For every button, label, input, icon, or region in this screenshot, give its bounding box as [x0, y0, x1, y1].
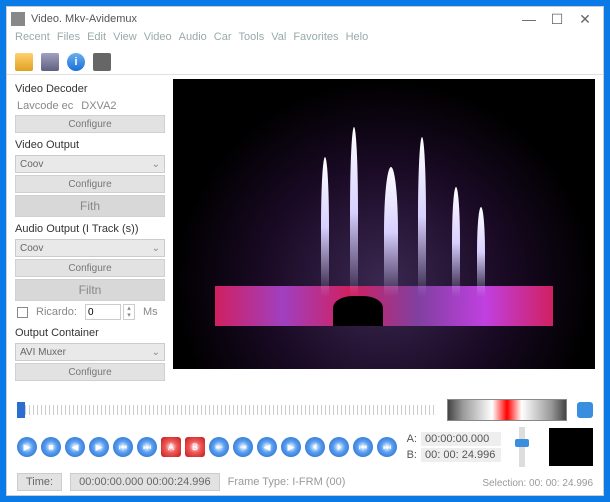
menu-car[interactable]: Car	[214, 31, 232, 49]
calculator-icon[interactable]	[93, 53, 111, 71]
menu-video[interactable]: Video	[144, 31, 172, 49]
audio-configure-button[interactable]: Configure	[15, 259, 165, 277]
menubar: Recent Files Edit View Video Audio Car T…	[7, 31, 603, 49]
menu-view[interactable]: View	[113, 31, 137, 49]
shift-input[interactable]	[85, 304, 121, 320]
b-value: 00: 00: 24.996	[421, 448, 501, 462]
next-frame-button[interactable]: ▶	[89, 437, 109, 457]
ricardo-checkbox[interactable]	[17, 307, 28, 318]
timeline-track[interactable]	[17, 405, 437, 415]
content-area: Video Decoder Lavcode ec DXVA2 Configure…	[7, 75, 603, 395]
next-keyframe-button[interactable]: ⏭	[137, 437, 157, 457]
play-button[interactable]: ▶	[17, 437, 37, 457]
open-icon[interactable]	[15, 53, 33, 71]
menu-audio[interactable]: Audio	[179, 31, 207, 49]
time-value[interactable]: 00:00:00.000 00:00:24.996	[70, 473, 220, 491]
ricardo-label: Ricardo:	[36, 306, 77, 318]
set-marker-a-button[interactable]: A	[161, 437, 181, 457]
video-output-label: Video Output	[15, 139, 165, 151]
frame-type-label: Frame Type: I-FRM (00)	[228, 476, 346, 488]
goto-marker-a-button[interactable]: ⇤	[209, 437, 229, 457]
navigation-bar[interactable]	[447, 399, 567, 421]
volume-slider[interactable]	[519, 427, 525, 467]
bottom-panel: ▶ ■ ◀ ▶ ⏮ ⏭ A B ⇤ ⇥ ◀ ▶ ⏴ ⏵ ⏮ ⏭ A: 00:00:…	[7, 395, 603, 495]
audio-filters-button[interactable]: Filtn	[15, 279, 165, 301]
toolbar: i	[7, 49, 603, 75]
prev-black-button[interactable]: ⏴	[305, 437, 325, 457]
save-icon[interactable]	[41, 53, 59, 71]
shift-spinner[interactable]: ▴▾	[85, 304, 135, 320]
prev-cut-button[interactable]: ◀	[257, 437, 277, 457]
prev-keyframe-button[interactable]: ⏮	[113, 437, 133, 457]
goto-marker-b-button[interactable]: ⇥	[233, 437, 253, 457]
maximize-button[interactable]: ☐	[543, 11, 571, 28]
next-black-button[interactable]: ⏵	[329, 437, 349, 457]
lavcodec-label: Lavcode ec	[17, 100, 73, 112]
prev-frame-button[interactable]: ◀	[65, 437, 85, 457]
menu-files[interactable]: Files	[57, 31, 80, 49]
output-container-label: Output Container	[15, 327, 165, 339]
next-cut-button[interactable]: ▶	[281, 437, 301, 457]
menu-recent[interactable]: Recent	[15, 31, 50, 49]
titlebar: Video. Mkv-Avidemux — ☐ ✕	[7, 7, 603, 31]
selection-label: Selection: 00: 00: 24.996	[482, 478, 593, 489]
menu-tools[interactable]: Tools	[239, 31, 265, 49]
video-preview	[173, 79, 595, 369]
menu-help[interactable]: Helo	[346, 31, 369, 49]
playback-controls: ▶ ■ ◀ ▶ ⏮ ⏭ A B ⇤ ⇥ ◀ ▶ ⏴ ⏵ ⏮ ⏭	[17, 437, 397, 457]
thumbnail-preview	[549, 428, 593, 466]
sidebar: Video Decoder Lavcode ec DXVA2 Configure…	[15, 79, 165, 391]
dxva-label: DXVA2	[81, 100, 116, 112]
audio-output-label: Audio Output (I Track (s))	[15, 223, 165, 235]
marker-display: A: 00:00:00.000 B: 00: 00: 24.996	[407, 432, 501, 462]
stop-button[interactable]: ■	[41, 437, 61, 457]
video-decoder-label: Video Decoder	[15, 83, 165, 95]
app-icon	[11, 12, 25, 26]
audio-output-select[interactable]: Coov	[15, 239, 165, 257]
timeline-row	[17, 399, 593, 421]
minimize-button[interactable]: —	[515, 11, 543, 27]
menu-favorites[interactable]: Favorites	[293, 31, 338, 49]
decoder-configure-button[interactable]: Configure	[15, 115, 165, 133]
window-title: Video. Mkv-Avidemux	[31, 13, 137, 25]
container-select[interactable]: AVI Muxer	[15, 343, 165, 361]
close-button[interactable]: ✕	[571, 11, 599, 28]
set-marker-b-button[interactable]: B	[185, 437, 205, 457]
menu-val[interactable]: Val	[271, 31, 286, 49]
a-value: 00:00:00.000	[421, 432, 501, 446]
video-filters-button[interactable]: Fith	[15, 195, 165, 217]
b-label: B:	[407, 449, 417, 461]
first-frame-button[interactable]: ⏮	[353, 437, 373, 457]
ms-label: Ms	[143, 306, 158, 318]
a-label: A:	[407, 433, 417, 445]
container-configure-button[interactable]: Configure	[15, 363, 165, 381]
app-window: Video. Mkv-Avidemux — ☐ ✕ Recent Files E…	[6, 6, 604, 496]
video-configure-button[interactable]: Configure	[15, 175, 165, 193]
volume-icon[interactable]	[577, 402, 593, 418]
info-icon[interactable]: i	[67, 53, 85, 71]
video-output-select[interactable]: Coov	[15, 155, 165, 173]
time-label: Time:	[17, 473, 62, 491]
last-frame-button[interactable]: ⏭	[377, 437, 397, 457]
menu-edit[interactable]: Edit	[87, 31, 106, 49]
